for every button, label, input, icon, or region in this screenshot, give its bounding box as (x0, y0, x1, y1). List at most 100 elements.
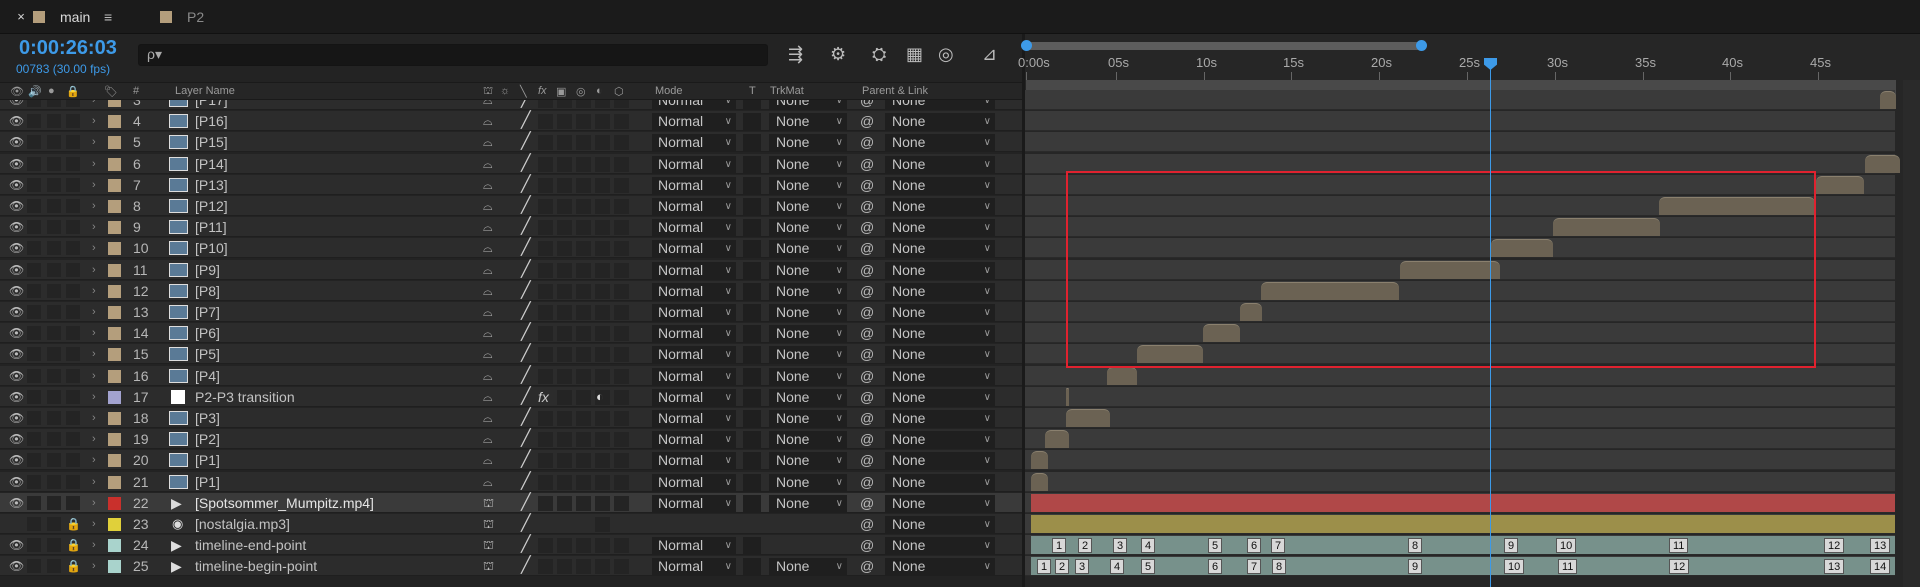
parent-select[interactable]: None ∨ (885, 283, 995, 300)
effect-switch[interactable] (538, 453, 553, 468)
solo-switch[interactable] (47, 475, 61, 489)
collapse-icon[interactable]: ☼ (500, 85, 510, 97)
layer-row[interactable]: 👁 › 20 [P1] ⌓ ╱ Normal ∨ None ∨ @ None ∨ (0, 450, 1025, 470)
label-color-swatch[interactable] (108, 242, 121, 255)
effect-switch[interactable] (538, 241, 553, 256)
track-matte-select[interactable]: None ∨ (769, 283, 847, 300)
frame-blend-switch[interactable] (557, 100, 572, 108)
track-matte-select[interactable]: None ∨ (769, 219, 847, 236)
blend-mode-select[interactable]: Normal ∨ (652, 537, 736, 554)
frame-blend-switch[interactable] (557, 199, 572, 214)
motion-blur-switch[interactable] (576, 284, 591, 299)
adjustment-switch[interactable] (595, 284, 610, 299)
motion-blur-switch[interactable] (576, 305, 591, 320)
shy-switch-icon[interactable]: ⛫ (483, 514, 494, 534)
shy-switch-icon[interactable]: ⌓ (483, 408, 493, 428)
3d-switch[interactable] (614, 220, 629, 235)
layer-name[interactable]: [P8] (195, 281, 220, 301)
parent-select[interactable]: None ∨ (885, 100, 995, 109)
layer-marker[interactable]: 2 (1055, 559, 1070, 574)
layer-row[interactable]: 👁 › 10 [P10] ⌓ ╱ Normal ∨ None ∨ @ None ∨ (0, 238, 1025, 258)
quality-switch-icon[interactable]: ╱ (521, 535, 531, 555)
lock-switch[interactable] (66, 220, 80, 234)
shy-switch-icon[interactable]: ⌓ (483, 281, 493, 301)
shy-switch-icon[interactable]: ⛫ (483, 556, 494, 576)
composition-mini-flowchart-icon[interactable]: ⇶ (788, 44, 803, 68)
audio-switch[interactable] (27, 538, 41, 552)
effect-switch[interactable] (538, 326, 553, 341)
layer-marker[interactable]: 3 (1075, 559, 1090, 574)
effect-switch[interactable] (538, 411, 553, 426)
3d-switch[interactable] (614, 100, 629, 108)
pick-whip-icon[interactable]: @ (860, 472, 874, 492)
3d-switch[interactable] (614, 135, 629, 150)
track-matte-select[interactable]: None ∨ (769, 495, 847, 512)
eye-icon[interactable]: 👁 (10, 85, 24, 98)
layer-track[interactable] (1025, 493, 1895, 513)
lock-switch[interactable] (66, 241, 80, 255)
label-color-swatch[interactable] (108, 518, 121, 531)
layer-duration-bar[interactable] (1880, 91, 1896, 109)
quality-switch-icon[interactable]: ╱ (521, 154, 531, 174)
effect-switch[interactable] (538, 178, 553, 193)
layer-track[interactable] (1025, 366, 1895, 386)
preserve-transparency-toggle[interactable] (743, 156, 761, 173)
layer-marker[interactable]: 12 (1824, 538, 1845, 553)
preserve-transparency-toggle[interactable] (743, 452, 761, 469)
adjustment-switch[interactable] (595, 347, 610, 362)
layer-marker[interactable]: 3 (1113, 538, 1128, 553)
adjustment-layer-icon[interactable]: ◐ (596, 387, 604, 407)
shy-switch-icon[interactable]: ⛫ (483, 493, 494, 513)
blend-mode-select[interactable]: Normal ∨ (652, 262, 736, 279)
audio-switch[interactable] (27, 284, 41, 298)
layer-marker[interactable]: 14 (1870, 559, 1891, 574)
col-parent[interactable]: Parent & Link (862, 85, 928, 97)
motion-blur-switch[interactable] (576, 157, 591, 172)
shy-switch-icon[interactable]: ⌓ (483, 344, 493, 364)
layer-marker[interactable]: 11 (1669, 538, 1689, 553)
layer-row[interactable]: 👁 › 14 [P6] ⌓ ╱ Normal ∨ None ∨ @ None ∨ (0, 323, 1025, 343)
layer-track[interactable] (1025, 408, 1895, 428)
solo-switch[interactable] (47, 347, 61, 361)
motion-blur-switch[interactable] (576, 178, 591, 193)
layer-row[interactable]: 🔈🔒›23◉[nostalgia.mp3]⛫╱@None∨ (0, 514, 1025, 534)
pick-whip-icon[interactable]: @ (860, 302, 874, 322)
frame-blend-switch[interactable] (557, 326, 572, 341)
track-matte-select[interactable]: None ∨ (769, 410, 847, 427)
motion-blur-switch[interactable] (576, 390, 591, 405)
quality-switch-icon[interactable]: ╱ (521, 111, 531, 131)
eye-icon[interactable]: 👁 (9, 238, 24, 258)
solo-switch[interactable] (47, 517, 61, 531)
3d-switch[interactable] (614, 432, 629, 447)
label-color-swatch[interactable] (108, 370, 121, 383)
lock-icon[interactable]: 🔒 (66, 514, 81, 534)
lock-switch[interactable] (66, 157, 80, 171)
solo-switch[interactable] (47, 390, 61, 404)
quality-switch-icon[interactable]: ╱ (521, 323, 531, 343)
layer-track[interactable] (1025, 429, 1895, 449)
layer-track[interactable] (1025, 90, 1896, 110)
shy-switch-icon[interactable]: ⌓ (483, 472, 493, 492)
frame-blend-switch[interactable] (557, 114, 572, 129)
label-color-swatch[interactable] (108, 200, 121, 213)
expand-arrow-icon[interactable]: › (92, 472, 96, 492)
expand-arrow-icon[interactable]: › (92, 408, 96, 428)
eye-icon[interactable]: 👁 (9, 132, 24, 152)
eye-icon[interactable]: 👁 (9, 323, 24, 343)
parent-select[interactable]: None ∨ (885, 516, 995, 533)
solo-switch[interactable] (47, 305, 61, 319)
shy-switch-icon[interactable]: ⌓ (483, 450, 493, 470)
lock-switch[interactable] (66, 475, 80, 489)
eye-icon[interactable]: 👁 (9, 493, 24, 513)
layer-marker[interactable]: 10 (1556, 538, 1577, 553)
lock-icon[interactable]: 🔒 (66, 85, 80, 98)
quality-switch-icon[interactable]: ╱ (521, 281, 531, 301)
preserve-transparency-toggle[interactable] (743, 134, 761, 151)
adjustment-switch[interactable] (595, 135, 610, 150)
layer-name[interactable]: [P16] (195, 111, 228, 131)
layer-marker[interactable]: 1 (1052, 538, 1067, 553)
parent-select[interactable]: None ∨ (885, 113, 995, 130)
lock-switch[interactable] (66, 369, 80, 383)
motion-blur-switch[interactable] (576, 453, 591, 468)
adjustment-switch[interactable] (595, 411, 610, 426)
